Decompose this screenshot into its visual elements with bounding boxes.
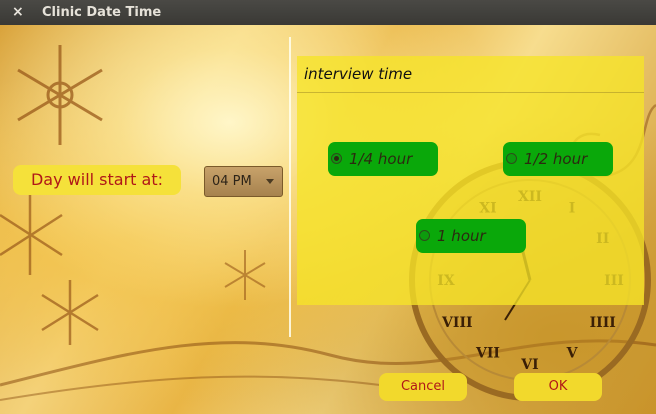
snowflake-icon: [0, 195, 63, 275]
radio-half-hour[interactable]: 1/2 hour: [503, 142, 613, 176]
swirl-decoration: [0, 375, 381, 401]
radio-label: 1/2 hour: [524, 150, 588, 168]
interview-time-title: interview time: [304, 65, 413, 83]
clock-numeral: V: [566, 346, 579, 362]
window-content: XIIIIIIIIIIIIVVIVIIVIIIIXXXI Day will st…: [0, 25, 656, 414]
radio-checked-icon: [331, 153, 342, 164]
snowflake-icon: [17, 45, 103, 145]
vertical-divider: [289, 37, 291, 337]
clock-numeral: VI: [520, 357, 538, 373]
selected-time-value: 04 PM: [212, 174, 252, 189]
ok-button[interactable]: OK: [514, 373, 602, 401]
radio-quarter-hour[interactable]: 1/4 hour: [328, 142, 438, 176]
cancel-button[interactable]: Cancel: [379, 373, 467, 401]
window-title: Clinic Date Time: [42, 5, 162, 20]
clock-numeral: VII: [475, 346, 500, 362]
close-icon[interactable]: ×: [12, 3, 24, 21]
radio-unchecked-icon: [506, 153, 517, 164]
interview-time-panel: interview time: [297, 56, 644, 305]
radio-one-hour[interactable]: 1 hour: [416, 219, 526, 253]
snowflake-icon: [41, 280, 99, 345]
clinic-date-time-window: × Clinic Date Time XIIIIIIIII: [0, 0, 656, 414]
radio-label: 1/4 hour: [349, 150, 413, 168]
title-bar: × Clinic Date Time: [0, 0, 656, 25]
radio-unchecked-icon: [419, 230, 430, 241]
day-start-time-select[interactable]: 04 PM: [204, 166, 283, 197]
clock-numeral: VIII: [441, 315, 473, 331]
radio-label: 1 hour: [437, 227, 486, 245]
chevron-down-icon: [266, 179, 274, 184]
snowflake-icon: [224, 250, 266, 300]
panel-divider: [297, 92, 644, 93]
clock-numeral: IIII: [590, 315, 616, 331]
day-start-label: Day will start at:: [13, 165, 181, 195]
